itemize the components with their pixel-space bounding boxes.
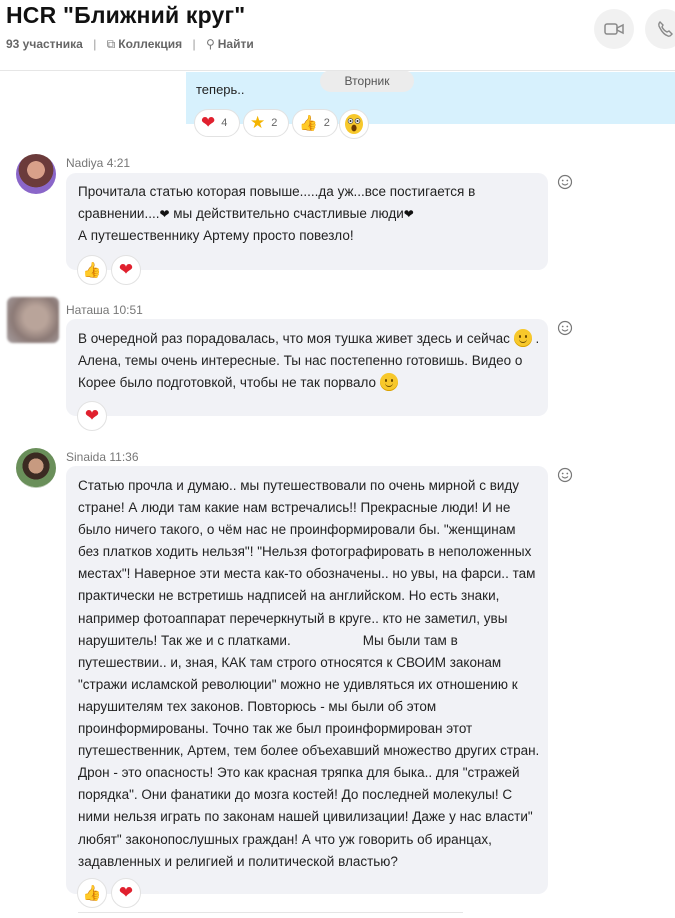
chat-meta: 93 участника | ⧉ Коллекция | ⚲ Найти	[6, 37, 254, 52]
add-reaction-icon[interactable]	[557, 467, 573, 483]
avatar[interactable]	[7, 297, 59, 343]
own-message-text: теперь..	[196, 82, 245, 97]
reaction-count: 2	[271, 117, 278, 129]
divider: |	[93, 37, 97, 51]
divider: |	[192, 37, 196, 51]
reaction-count: 4	[221, 117, 228, 129]
message-text: Статью прочла и думаю.. мы путешествовал…	[78, 478, 540, 869]
message-text: В очередной раз порадовалась, что моя ту…	[78, 329, 540, 392]
reaction-thumbs-up[interactable]: 👍 2	[292, 109, 338, 137]
heart-icon: ❤	[118, 883, 134, 902]
day-separator: Вторник	[320, 70, 414, 92]
add-reaction-icon[interactable]	[557, 320, 573, 336]
message-text: Прочитала статью которая повыше.....да у…	[78, 184, 476, 244]
smile-icon	[379, 373, 398, 392]
search-icon: ⚲	[205, 37, 215, 51]
next-message-edge	[78, 912, 463, 918]
black-heart-icon: ❤	[159, 207, 170, 222]
find-link[interactable]: ⚲ Найти	[206, 37, 254, 51]
reaction-heart[interactable]: ❤ 4	[194, 109, 240, 137]
thumbs-up-icon: 👍	[82, 885, 102, 902]
reaction-count: 2	[323, 117, 330, 129]
gallery-icon: ⧉	[106, 37, 116, 51]
add-reaction-icon[interactable]	[557, 174, 573, 190]
sender-name: Наташа 10:51	[66, 303, 143, 317]
heart-icon: ❤	[118, 260, 134, 279]
chat-title[interactable]: HCR "Ближний круг"	[6, 2, 245, 29]
chat-header: HCR "Ближний круг" 93 участника | ⧉ Колле…	[0, 0, 675, 71]
reaction-heart[interactable]: ❤	[111, 878, 141, 908]
avatar[interactable]	[16, 448, 56, 488]
surprised-face-icon	[345, 114, 363, 134]
reaction-heart[interactable]: ❤	[111, 255, 141, 285]
phone-icon	[658, 21, 673, 37]
sender-name: Nadiya 4:21	[66, 156, 131, 170]
heart-icon: ❤	[84, 406, 100, 425]
heart-icon: ❤	[201, 113, 216, 132]
sender-name: Sinaida 11:36	[66, 450, 139, 464]
video-camera-icon	[604, 23, 624, 35]
reaction-surprised[interactable]	[339, 109, 369, 139]
reaction-thumbs-up[interactable]: 👍	[77, 255, 107, 285]
audio-call-button[interactable]	[645, 9, 675, 49]
reaction-heart[interactable]: ❤	[77, 401, 107, 431]
reaction-star[interactable]: ★ 2	[243, 109, 289, 137]
black-heart-icon: ❤	[403, 207, 414, 222]
thumbs-up-icon: 👍	[299, 115, 318, 132]
participants-link[interactable]: 93 участника	[6, 37, 83, 51]
star-icon: ★	[250, 113, 266, 132]
video-call-button[interactable]	[594, 9, 634, 49]
find-label: Найти	[217, 37, 254, 51]
thumbs-up-icon: 👍	[82, 262, 102, 279]
collection-label: Коллекция	[118, 37, 183, 51]
avatar[interactable]	[16, 154, 56, 194]
smile-icon	[513, 329, 532, 347]
reaction-thumbs-up[interactable]: 👍	[77, 878, 107, 908]
collection-link[interactable]: ⧉ Коллекция	[107, 37, 182, 51]
